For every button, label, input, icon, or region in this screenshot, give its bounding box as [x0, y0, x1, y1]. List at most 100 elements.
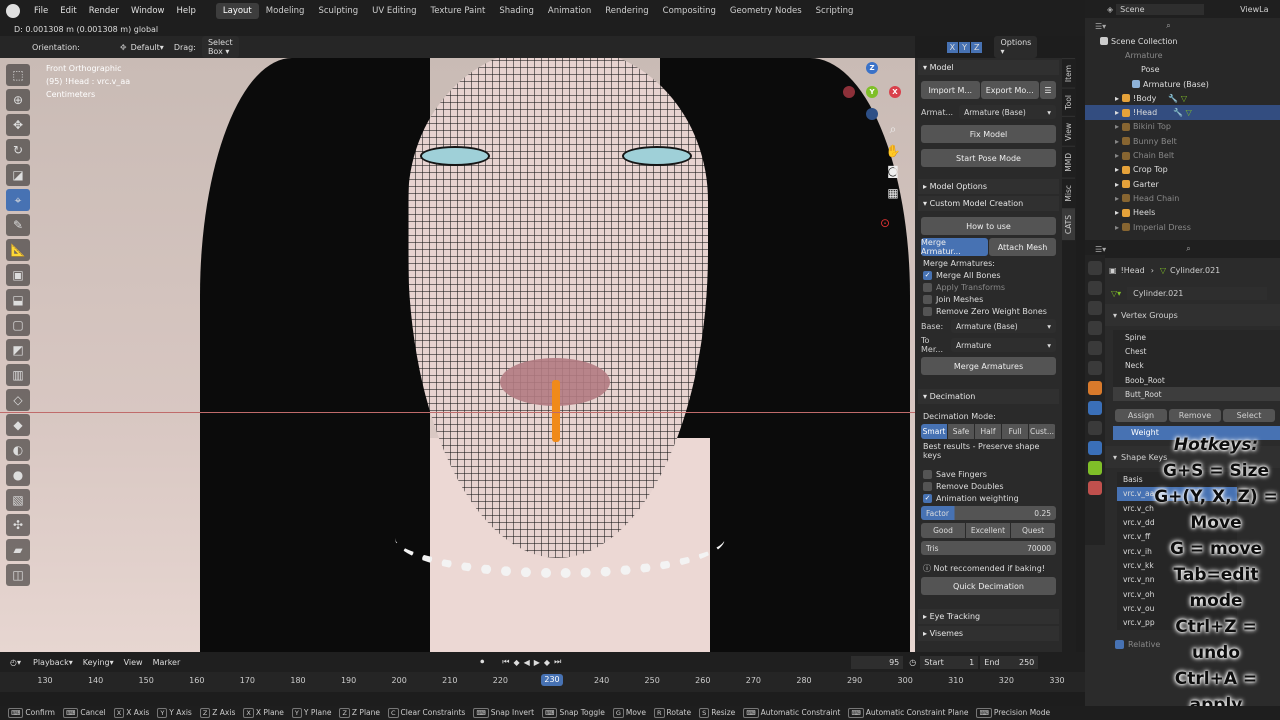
save-fingers-checkbox[interactable]: Save Fingers	[923, 470, 1054, 479]
sidebar-tab-view[interactable]: View	[1062, 115, 1075, 147]
tool-tab-icon[interactable]	[1088, 261, 1102, 275]
editor-type-icon[interactable]: ◴▾	[10, 658, 21, 667]
armature-select[interactable]: Armature (Base) ▾	[959, 105, 1056, 119]
marker-menu[interactable]: Marker	[153, 658, 181, 667]
move-tool-icon[interactable]: ✥	[6, 114, 30, 136]
gizmo-neg-x-axis[interactable]	[843, 86, 855, 98]
sidebar-tab-misc[interactable]: Misc	[1062, 178, 1075, 208]
spin-tool-icon[interactable]: ◐	[6, 439, 30, 461]
list-item[interactable]: Neck	[1113, 359, 1280, 373]
axis-y-toggle[interactable]: Y	[959, 41, 970, 53]
zoom-icon[interactable]: ⌕	[884, 122, 902, 140]
tab-rendering[interactable]: Rendering	[598, 3, 655, 19]
playhead[interactable]: 230	[541, 674, 563, 686]
preset-good[interactable]: Good	[921, 523, 965, 538]
outliner-item[interactable]: ▸ Imperial Dress	[1085, 220, 1280, 234]
export-model-button[interactable]: Export Mo...	[980, 81, 1039, 99]
gizmo-z-axis[interactable]: Z	[866, 62, 878, 74]
start-pose-mode-button[interactable]: Start Pose Mode	[921, 149, 1056, 167]
add-cube-tool-icon[interactable]: ▣	[6, 264, 30, 286]
scene-collection-row[interactable]: Scene Collection	[1085, 34, 1280, 48]
gizmo-x-axis[interactable]: X	[889, 86, 901, 98]
tab-texture-paint[interactable]: Texture Paint	[424, 3, 493, 19]
viewlayer-selector[interactable]: ViewLa	[1240, 5, 1270, 14]
sidebar-tab-mmd[interactable]: MMD	[1062, 146, 1075, 179]
view-menu[interactable]: View	[124, 658, 143, 667]
hamburger-menu-icon[interactable]: ☰	[1040, 81, 1056, 99]
properties-search-icon[interactable]: ⌕	[1186, 244, 1190, 254]
display-mode-icon[interactable]: ☰▾	[1095, 22, 1106, 31]
model-section-header[interactable]: ▾ Model	[918, 60, 1059, 75]
edge-slide-tool-icon[interactable]: ▧	[6, 489, 30, 511]
mesh-datablock-icon[interactable]: ▽▾	[1111, 289, 1121, 298]
sidebar-tab-cats[interactable]: CATS	[1062, 207, 1075, 240]
measure-tool-icon[interactable]: 📐	[6, 239, 30, 261]
outliner-item[interactable]: Armature	[1085, 48, 1280, 62]
gizmo-y-axis[interactable]: Y	[866, 86, 878, 98]
selected-bone[interactable]	[552, 380, 560, 442]
record-icon[interactable]: ⏺	[480, 657, 484, 667]
remove-zero-weight-checkbox[interactable]: Remove Zero Weight Bones	[923, 307, 1054, 316]
output-tab-icon[interactable]	[1088, 301, 1102, 315]
list-item[interactable]: Spine	[1113, 330, 1280, 344]
camera-icon[interactable]: ◙	[884, 164, 902, 182]
blender-logo-icon[interactable]	[6, 4, 20, 18]
merge-armature-toggle[interactable]: Merge Armatur...	[921, 238, 988, 256]
grid-toggle-icon[interactable]: ▦	[884, 186, 902, 204]
annotate-tool-icon[interactable]: ✎	[6, 214, 30, 236]
sidebar-tab-item[interactable]: Item	[1062, 58, 1075, 89]
world-tab-icon[interactable]	[1088, 361, 1102, 375]
play-icon[interactable]: ▶	[534, 658, 540, 667]
render-tab-icon[interactable]	[1088, 281, 1102, 295]
menu-render[interactable]: Render	[89, 6, 119, 16]
outliner-item-selected[interactable]: ▸ !Head 🔧 ▽	[1085, 105, 1280, 120]
mesh-data-tab-icon[interactable]	[1088, 461, 1102, 475]
assign-button[interactable]: Assign	[1115, 409, 1167, 423]
jump-end-icon[interactable]: ⏭	[554, 657, 561, 667]
pan-hand-icon[interactable]: ✋	[884, 144, 902, 162]
tris-field[interactable]: Tris 70000	[921, 541, 1056, 555]
menu-file[interactable]: File	[34, 6, 48, 16]
shear-tool-icon[interactable]: ▰	[6, 539, 30, 561]
eye-tracking-header[interactable]: ▸ Eye Tracking	[918, 609, 1059, 624]
mesh-name-field[interactable]: Cylinder.021	[1127, 286, 1268, 300]
current-frame-field[interactable]: 95	[851, 655, 904, 669]
orientation-dropdown[interactable]: Default	[131, 43, 160, 52]
mode-custom[interactable]: Cust...	[1029, 424, 1055, 439]
shrink-tool-icon[interactable]: ✣	[6, 514, 30, 536]
next-key-icon[interactable]: ◆	[544, 658, 550, 667]
factor-slider[interactable]: Factor 0.25	[921, 506, 1056, 520]
import-model-button[interactable]: Import M...	[921, 81, 980, 99]
prev-key-icon[interactable]: ◆	[513, 658, 519, 667]
outliner-item[interactable]: ▸ Bikini Top	[1085, 120, 1280, 134]
transform-tool-icon[interactable]: ⌖	[6, 189, 30, 211]
outliner-item[interactable]: ▸ !Body 🔧 ▽	[1085, 91, 1280, 105]
tab-uv-editing[interactable]: UV Editing	[365, 3, 423, 19]
mode-smart[interactable]: Smart	[921, 424, 947, 439]
mode-half[interactable]: Half	[975, 424, 1001, 439]
outliner-item[interactable]: ▸ Head Chain	[1085, 191, 1280, 205]
outliner-item[interactable]: Armature (Base)	[1085, 77, 1280, 91]
base-select[interactable]: Armature (Base) ▾	[951, 319, 1056, 333]
options-dropdown[interactable]: Options ▾	[994, 36, 1038, 58]
object-tab-icon[interactable]	[1088, 381, 1102, 395]
axis-z-toggle[interactable]: Z	[971, 41, 983, 53]
tab-geometry-nodes[interactable]: Geometry Nodes	[723, 3, 809, 19]
outliner-item[interactable]: ▸ Chain Belt	[1085, 148, 1280, 162]
scene-selector[interactable]: Scene	[1116, 3, 1205, 15]
outliner-item[interactable]: ▸ Bunny Belt	[1085, 134, 1280, 148]
inset-tool-icon[interactable]: ▢	[6, 314, 30, 336]
tab-layout[interactable]: Layout	[215, 3, 259, 19]
apply-transforms-checkbox[interactable]: Apply Transforms	[923, 283, 1054, 292]
gizmo-neg-z-axis[interactable]	[866, 108, 878, 120]
menu-help[interactable]: Help	[176, 6, 195, 16]
modifier-tab-icon[interactable]	[1088, 401, 1102, 415]
visemes-header[interactable]: ▸ Visemes	[918, 626, 1059, 641]
properties-editor-icon[interactable]: ☰▾	[1095, 245, 1106, 254]
drag-dropdown[interactable]: Select Box ▾	[201, 36, 239, 58]
quick-decimation-button[interactable]: Quick Decimation	[921, 577, 1056, 595]
jump-start-icon[interactable]: ⏮	[502, 657, 509, 667]
mode-full[interactable]: Full	[1002, 424, 1028, 439]
decimation-header[interactable]: ▾ Decimation	[918, 389, 1059, 404]
select-button[interactable]: Select	[1223, 409, 1275, 423]
